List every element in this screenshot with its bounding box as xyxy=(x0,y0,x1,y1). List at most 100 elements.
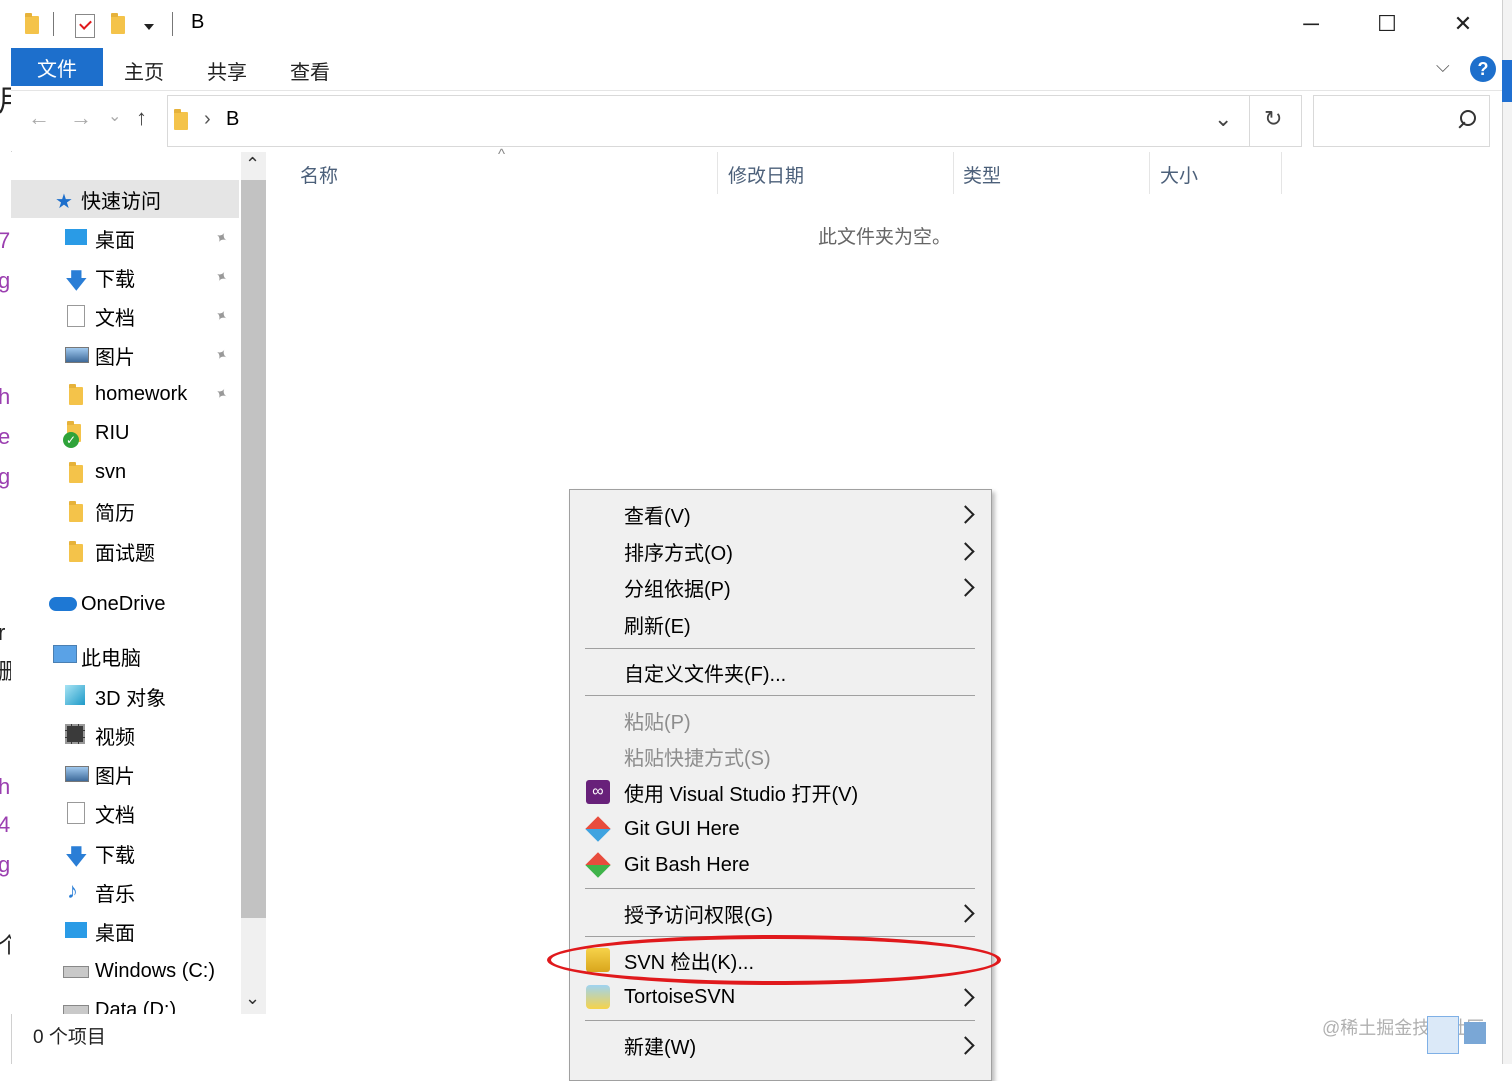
up-button[interactable]: ↑ xyxy=(136,105,147,131)
nav-item-pictures-pc[interactable]: 图片 xyxy=(11,755,239,793)
minimize-button[interactable]: ─ xyxy=(1273,0,1349,48)
tab-share[interactable]: 共享 xyxy=(207,56,247,85)
menu-item-group-by[interactable]: 分组依据(P) xyxy=(570,569,991,605)
menu-item-view[interactable]: 查看(V) xyxy=(570,496,991,532)
toolbar-divider xyxy=(172,12,173,36)
nav-label: svn xyxy=(95,460,127,483)
menu-item-open-visual-studio[interactable]: ∞ 使用 Visual Studio 打开(V) xyxy=(570,774,991,810)
close-button[interactable]: ✕ xyxy=(1425,0,1501,48)
nav-item-downloads-pc[interactable]: 🡇 下载 xyxy=(11,834,239,872)
drive-icon xyxy=(63,1005,89,1014)
help-button[interactable]: ? xyxy=(1470,56,1496,82)
nav-item-pictures[interactable]: 图片 ✦ xyxy=(11,336,239,374)
tab-home[interactable]: 主页 xyxy=(124,56,164,85)
submenu-arrow-icon xyxy=(956,504,975,524)
nav-item-svn[interactable]: svn xyxy=(11,453,239,491)
folder-icon xyxy=(174,109,188,130)
menu-item-label: 授予访问权限(G) xyxy=(624,904,773,927)
back-button[interactable]: ← xyxy=(28,105,50,131)
column-divider[interactable] xyxy=(1149,152,1150,194)
nav-item-desktop[interactable]: 桌面 ✦ xyxy=(11,219,239,257)
nav-item-drive-c[interactable]: Windows (C:) xyxy=(11,952,239,990)
menu-item-git-gui[interactable]: Git GUI Here xyxy=(570,811,991,847)
refresh-button[interactable]: ↻ xyxy=(1264,106,1282,132)
nav-label: 此电脑 xyxy=(81,647,141,670)
nav-label: 3D 对象 xyxy=(95,687,167,710)
nav-item-music[interactable]: ♪ 音乐 xyxy=(11,873,239,911)
scrollbar-thumb[interactable] xyxy=(241,180,266,918)
forward-button[interactable]: → xyxy=(70,105,92,131)
submenu-arrow-icon xyxy=(956,987,975,1007)
window-title: B xyxy=(191,11,205,33)
tab-file[interactable]: 文件 xyxy=(11,48,103,86)
column-header-size[interactable]: 大小 xyxy=(1160,161,1198,188)
nav-item-documents-pc[interactable]: 文档 xyxy=(11,794,239,832)
large-icons-view-button[interactable] xyxy=(1464,1022,1486,1044)
address-bar[interactable]: › B ⌄ ↻ xyxy=(167,95,1302,147)
tortoisesvn-icon xyxy=(586,985,610,1009)
breadcrumb-chevron-icon[interactable]: › xyxy=(204,108,211,131)
search-input[interactable] xyxy=(1313,95,1490,147)
bg-text-fragment: h xyxy=(0,384,10,410)
column-header-type[interactable]: 类型 xyxy=(963,161,1001,188)
nav-item-3d-objects[interactable]: 3D 对象 xyxy=(11,677,239,715)
column-divider[interactable] xyxy=(953,152,954,194)
desktop-icon xyxy=(65,922,87,938)
nav-item-resume[interactable]: 简历 xyxy=(11,492,239,530)
menu-item-label: 自定义文件夹(F)... xyxy=(624,663,787,686)
column-header-modified[interactable]: 修改日期 xyxy=(728,161,804,188)
nav-label: 图片 xyxy=(95,765,135,788)
nav-label: 面试题 xyxy=(95,542,155,565)
desktop-icon xyxy=(65,229,87,245)
pin-icon: ✦ xyxy=(211,344,231,366)
bg-text-fragment: r xyxy=(0,620,5,646)
nav-quick-access[interactable]: ★ 快速访问 xyxy=(11,180,239,218)
nav-this-pc[interactable]: 此电脑 xyxy=(11,637,239,675)
nav-label: 文档 xyxy=(95,804,135,827)
nav-item-drive-d[interactable]: Data (D:) xyxy=(11,991,239,1014)
menu-item-label: 粘贴快捷方式(S) xyxy=(624,747,771,770)
maximize-button[interactable]: ☐ xyxy=(1349,0,1425,48)
address-dropdown-icon[interactable]: ⌄ xyxy=(1214,106,1232,132)
status-item-count: 0 个项目 xyxy=(33,1027,106,1048)
nav-item-interview[interactable]: 面试题 xyxy=(11,532,239,570)
pin-icon: ✦ xyxy=(211,383,231,405)
menu-item-new[interactable]: 新建(W) xyxy=(570,1027,991,1063)
customize-quick-access-icon[interactable] xyxy=(144,24,154,30)
nav-item-riu[interactable]: ✓ RIU xyxy=(11,414,239,452)
nav-item-desktop-pc[interactable]: 桌面 xyxy=(11,912,239,950)
nav-item-videos[interactable]: 视频 xyxy=(11,716,239,754)
tab-view[interactable]: 查看 xyxy=(290,56,330,85)
details-view-button[interactable] xyxy=(1427,1016,1459,1054)
recent-locations-button[interactable]: ⌄ xyxy=(108,106,121,126)
expand-ribbon-icon[interactable]: ⌵ xyxy=(1436,56,1450,77)
folder-icon xyxy=(69,541,83,562)
nav-label: 下载 xyxy=(95,844,135,867)
column-divider[interactable] xyxy=(1281,152,1282,194)
navigation-pane: ★ 快速访问 桌面 ✦ 🡇 下载 ✦ 文档 ✦ 图片 ✦ homework ✦ … xyxy=(11,152,241,1014)
folder-icon xyxy=(69,384,83,405)
submenu-arrow-icon xyxy=(956,1035,975,1055)
scroll-down-button[interactable]: ⌄ xyxy=(245,988,260,1009)
column-divider[interactable] xyxy=(717,152,718,194)
menu-item-refresh[interactable]: 刷新(E) xyxy=(570,606,991,642)
breadcrumb-item[interactable]: B xyxy=(226,108,239,131)
nav-label: 文档 xyxy=(95,307,135,330)
menu-item-label: 排序方式(O) xyxy=(624,542,733,565)
download-icon: 🡇 xyxy=(65,268,88,293)
menu-item-grant-access[interactable]: 授予访问权限(G) xyxy=(570,895,991,931)
column-header-name[interactable]: 名称 xyxy=(300,161,338,188)
new-folder-icon[interactable] xyxy=(111,13,125,34)
menu-item-git-bash[interactable]: Git Bash Here xyxy=(570,847,991,883)
nav-item-downloads[interactable]: 🡇 下载 ✦ xyxy=(11,258,239,296)
menu-item-sort-by[interactable]: 排序方式(O) xyxy=(570,533,991,569)
bg-text-fragment: 4 xyxy=(0,812,10,838)
watermark: @稀土掘金技术社区 xyxy=(1322,1018,1485,1038)
properties-icon[interactable] xyxy=(75,14,95,38)
nav-onedrive[interactable]: OneDrive xyxy=(11,585,239,623)
nav-item-homework[interactable]: homework ✦ xyxy=(11,375,239,413)
menu-item-customize-folder[interactable]: 自定义文件夹(F)... xyxy=(570,654,991,690)
nav-item-documents[interactable]: 文档 ✦ xyxy=(11,297,239,335)
nav-label: 快速访问 xyxy=(81,190,161,213)
scroll-up-button[interactable]: ⌃ xyxy=(245,154,260,175)
